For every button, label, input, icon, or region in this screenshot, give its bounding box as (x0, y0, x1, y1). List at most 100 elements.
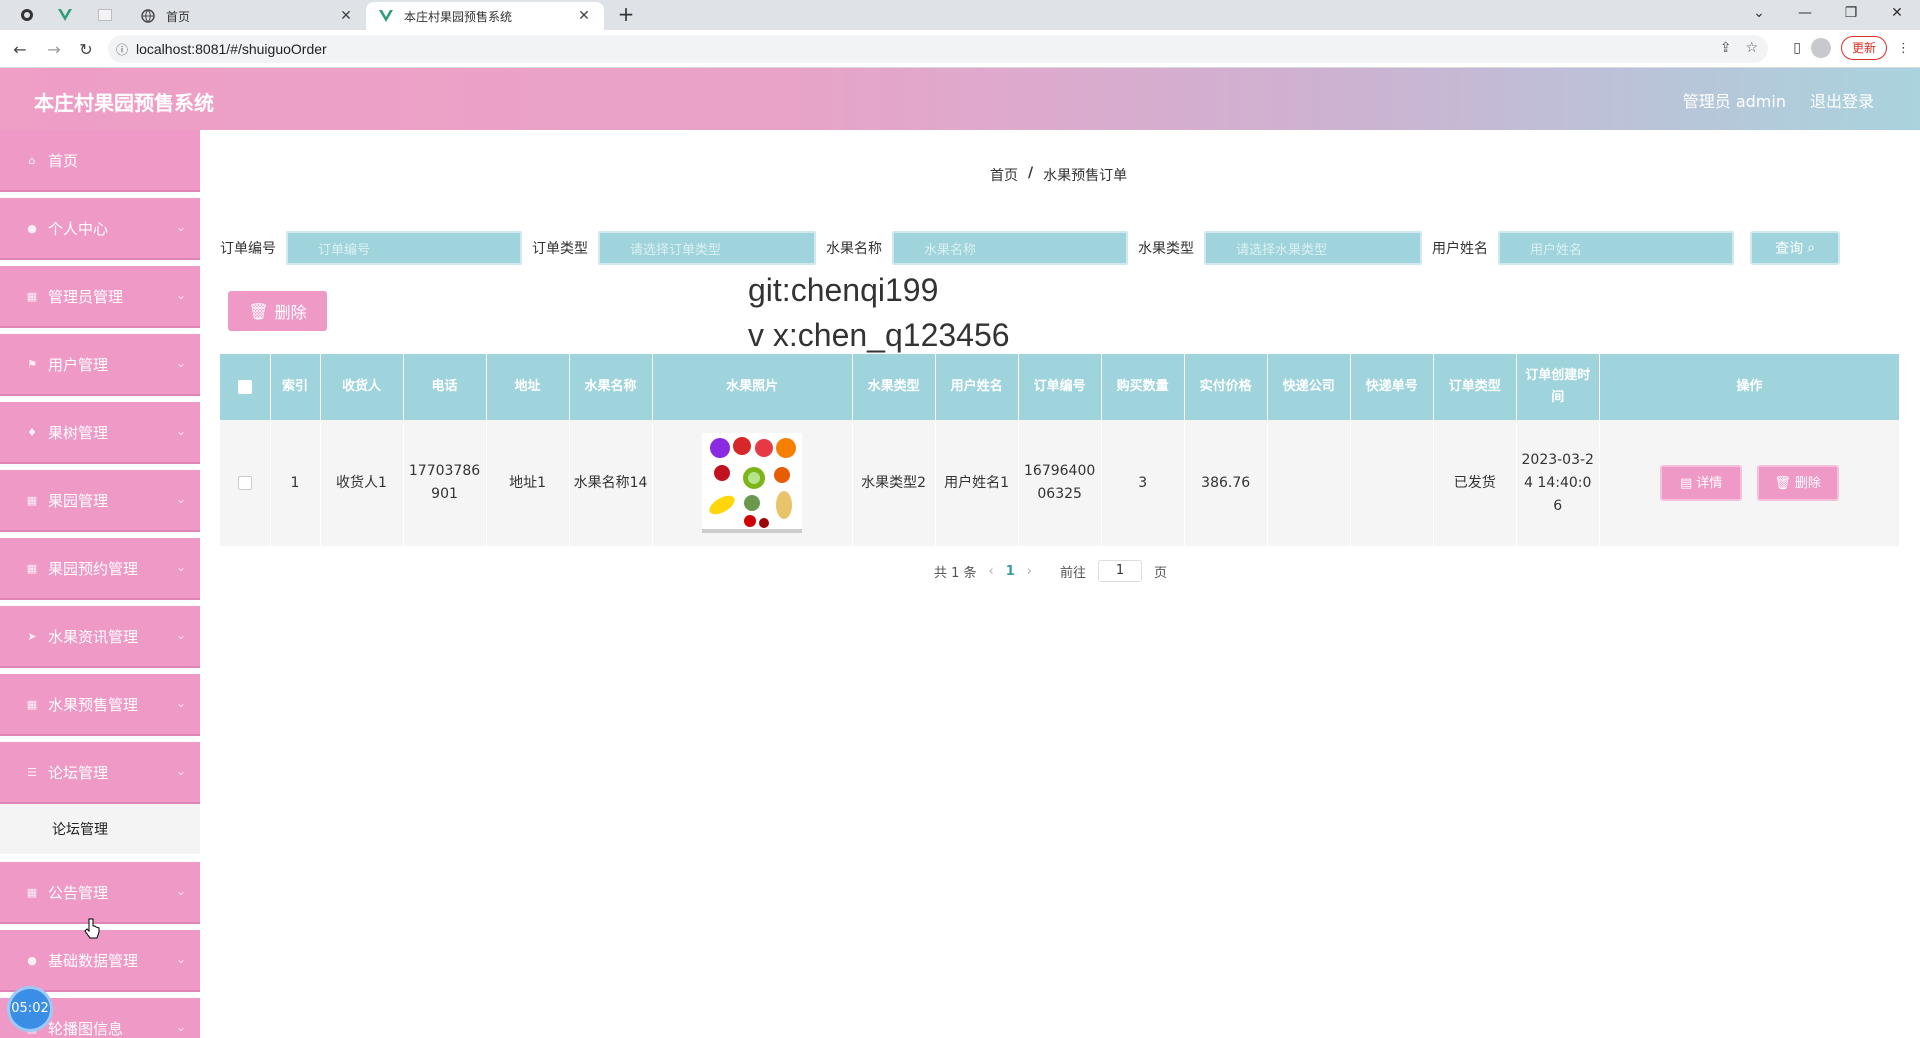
tab-home[interactable]: 首页 ✕ (128, 2, 366, 30)
column-header: 收货人 (320, 354, 404, 420)
watermark-line2: v x:chen_q123456 (748, 317, 1010, 353)
order-type-select[interactable]: 请选择订单类型 (598, 231, 816, 265)
minimize-icon[interactable]: — (1782, 0, 1828, 26)
chevron-down-icon: ⌄ (175, 628, 186, 642)
tab-title: 本庄村果园预售系统 (404, 9, 513, 24)
app-header: 本庄村果园预售系统 管理员 admin 退出登录 (0, 68, 1920, 130)
field-label: 水果名称 (826, 241, 882, 257)
logout-link[interactable]: 退出登录 (1810, 88, 1874, 112)
document-icon: ▤ (1679, 475, 1693, 491)
sidebar-item-forum[interactable]: ☰ 论坛管理 ⌄ (0, 742, 200, 810)
sidebar-item-orchards[interactable]: ▦ 果园管理 ⌄ (0, 470, 200, 538)
column-header: 操作 (1599, 354, 1901, 420)
pinned-tab-blank[interactable] (90, 4, 120, 26)
page-number[interactable]: 1 (1006, 564, 1015, 579)
column-header: 订单编号 (1018, 354, 1102, 420)
share-icon[interactable]: ⇪ (1720, 40, 1732, 56)
column-header: 用户姓名 (935, 354, 1019, 420)
column-header: 电话 (403, 354, 487, 420)
close-tab-icon[interactable]: ✕ (338, 8, 354, 24)
table-header-row: 索引 收货人 电话 地址 水果名称 水果照片 水果类型 用户姓名 订单编号 购买… (220, 354, 1901, 420)
order-table: 索引 收货人 电话 地址 水果名称 水果照片 水果类型 用户姓名 订单编号 购买… (220, 354, 1901, 546)
grid-icon: ▦ (26, 561, 38, 575)
sidebar-item-label: 基础数据管理 (48, 951, 139, 970)
vue-icon (378, 8, 394, 24)
sidebar-item-news[interactable]: ➤ 水果资讯管理 ⌄ (0, 606, 200, 674)
bookmark-star-icon[interactable]: ☆ (1745, 40, 1758, 56)
reload-icon[interactable]: ↻ (74, 37, 98, 61)
sidebar-item-label: 水果预售管理 (48, 695, 139, 714)
table-row: 1 收货人1 17703786901 地址1 水果名称14 水果类型2 用户姓名… (220, 420, 1901, 546)
cell-receiver: 收货人1 (320, 420, 404, 546)
batch-delete-button[interactable]: 🗑 删除 (228, 291, 327, 331)
tab-active[interactable]: 本庄村果园预售系统 ✕ (366, 2, 604, 30)
fruit-photo-image[interactable] (702, 433, 803, 533)
pinned-tab-github[interactable] (12, 4, 42, 26)
delete-button[interactable]: 🗑 删除 (1756, 465, 1839, 501)
delete-label: 删除 (1794, 475, 1821, 491)
sidebar-item-admins[interactable]: ▦ 管理员管理 ⌄ (0, 266, 200, 334)
home-icon: ⌂ (28, 153, 36, 167)
sidebar-item-profile[interactable]: ● 个人中心 ⌄ (0, 198, 200, 266)
user-name-input[interactable]: 用户姓名 (1498, 231, 1734, 265)
cell-fruit-name: 水果名称14 (569, 420, 653, 546)
sidebar-item-label: 水果资讯管理 (48, 627, 139, 646)
cell-quantity: 3 (1101, 420, 1185, 546)
forward-icon[interactable]: → (42, 37, 66, 61)
sidebar-item-trees[interactable]: ♦ 果树管理 ⌄ (0, 402, 200, 470)
fruit-name-input[interactable]: 水果名称 (892, 231, 1128, 265)
hand-cursor-icon (84, 918, 100, 939)
tab-search-icon[interactable]: ⌄ (1736, 0, 1782, 26)
sidebar-item-presale[interactable]: ▦ 水果预售管理 ⌄ (0, 674, 200, 742)
back-icon[interactable]: ← (8, 37, 32, 61)
profile-icon[interactable] (1810, 38, 1831, 58)
detail-button[interactable]: ▤ 详情 (1660, 465, 1743, 501)
sidepanel-icon[interactable]: ▯ (1793, 40, 1801, 56)
next-page-icon[interactable]: › (1027, 564, 1032, 579)
field-label: 订单编号 (220, 241, 276, 257)
new-tab-button[interactable]: + (614, 3, 638, 27)
select-all-cell[interactable] (220, 354, 271, 420)
cell-address: 地址1 (486, 420, 570, 546)
sidebar-item-home[interactable]: ⌂ 首页 (0, 130, 200, 198)
recording-timer: 05:02 (7, 986, 53, 1032)
breadcrumb-current: 水果预售订单 (1043, 168, 1128, 184)
sidebar-item-reservations[interactable]: ▦ 果园预约管理 ⌄ (0, 538, 200, 606)
chevron-down-icon: ⌄ (175, 952, 186, 966)
site-info-icon[interactable]: ⓘ (108, 41, 136, 58)
breadcrumb-home[interactable]: 首页 (990, 165, 1018, 185)
chevron-down-icon: ⌄ (175, 696, 186, 710)
column-header: 水果类型 (852, 354, 936, 420)
close-tab-icon[interactable]: ✕ (576, 8, 592, 24)
update-button[interactable]: 更新 (1840, 36, 1887, 60)
field-label: 水果类型 (1138, 241, 1194, 257)
close-window-icon[interactable]: ✕ (1874, 0, 1920, 26)
submenu-item-forum[interactable]: 论坛管理 (0, 804, 200, 854)
column-header: 水果照片 (652, 354, 853, 420)
cell-order-type: 已发货 (1433, 420, 1517, 546)
sidebar-item-notices[interactable]: ▦ 公告管理 ⌄ (0, 862, 200, 930)
url-field[interactable]: ⓘ localhost:8081/#/shuiguoOrder ⇪ ☆ (108, 35, 1768, 63)
query-button[interactable]: 查询 ⌕ (1750, 231, 1840, 265)
select-all-checkbox[interactable] (237, 379, 252, 394)
chevron-down-icon: ⌄ (175, 288, 186, 302)
sidebar-item-label: 用户管理 (48, 355, 109, 374)
search-field-user-name: 用户姓名 用户姓名 (1432, 231, 1734, 265)
pinned-tab-vue[interactable] (50, 4, 80, 26)
sidebar-item-label: 管理员管理 (48, 287, 124, 306)
field-label: 用户姓名 (1432, 241, 1488, 257)
row-checkbox[interactable] (237, 475, 252, 490)
address-bar: ← → ↻ ⓘ localhost:8081/#/shuiguoOrder ⇪ … (0, 30, 1920, 68)
prev-page-icon[interactable]: ‹ (989, 564, 994, 579)
sidebar-item-label: 果园管理 (48, 491, 109, 510)
cell-fruit-photo (652, 420, 853, 546)
restore-icon[interactable]: ❐ (1828, 0, 1874, 26)
sidebar-item-users[interactable]: ⚑ 用户管理 ⌄ (0, 334, 200, 402)
goto-page-input[interactable]: 1 (1098, 560, 1143, 582)
fruit-type-select[interactable]: 请选择水果类型 (1204, 231, 1422, 265)
vue-icon (58, 9, 72, 21)
order-no-input[interactable]: 订单编号 (286, 231, 522, 265)
sidebar-item-label: 公告管理 (48, 883, 109, 902)
row-select-cell[interactable] (220, 420, 271, 546)
menu-dots-icon[interactable]: ⋮ (1897, 41, 1910, 56)
